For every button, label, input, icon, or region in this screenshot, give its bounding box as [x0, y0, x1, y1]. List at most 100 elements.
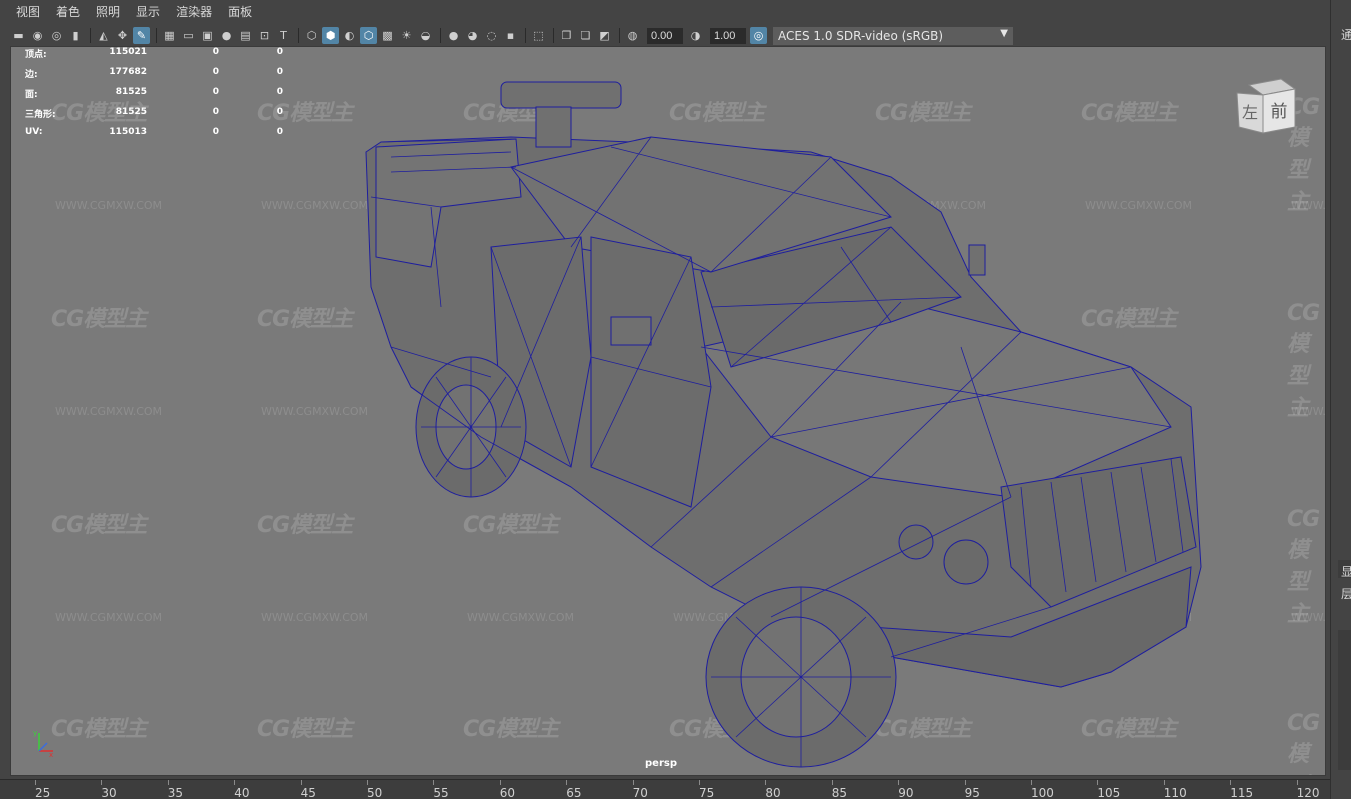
- ruler-tick-mark: [566, 780, 568, 785]
- menu-panels[interactable]: 面板: [222, 0, 258, 25]
- toolbar-divider: [619, 28, 620, 43]
- menu-show[interactable]: 显示: [130, 0, 166, 25]
- ruler-tick-mark: [1296, 780, 1298, 785]
- ruler-tick-label: 75: [699, 786, 715, 799]
- menu-shading[interactable]: 着色: [50, 0, 86, 25]
- exposure-field[interactable]: [647, 27, 683, 44]
- isolate-icon[interactable]: ⬚: [530, 27, 547, 44]
- right-panel-tab[interactable]: 通: [1341, 26, 1351, 43]
- poly-count-hud: 顶点: 115021 0 0 边: 177682 0 0 面: 81525 0 …: [25, 47, 285, 147]
- ruler-tick-mark: [300, 780, 302, 785]
- ruler-tick-label: 120: [1296, 786, 1320, 799]
- panel-menubar: 视图 着色 照明 显示 渲染器 面板: [0, 0, 1330, 25]
- xray-joints-icon[interactable]: ❏: [577, 27, 594, 44]
- safe-title-icon[interactable]: T: [275, 27, 292, 44]
- hud-row-vertices: 顶点: 115021 0 0: [25, 47, 283, 60]
- wireframe-icon[interactable]: ⬡: [303, 27, 320, 44]
- vehicle-wireframe-model: [365, 81, 1202, 768]
- perspective-viewport[interactable]: CG模型主 WWW.CGMXW.COM CG模型主 WWW.CGMXW.COM CG模型…: [10, 46, 1326, 776]
- bookmark-icon[interactable]: ▮: [67, 27, 84, 44]
- ruler-tick-mark: [964, 780, 966, 785]
- menu-renderer[interactable]: 渲染器: [170, 0, 218, 25]
- svg-text:y: y: [33, 729, 37, 737]
- smooth-shade-icon[interactable]: ⬢: [322, 27, 339, 44]
- menu-view[interactable]: 视图: [10, 0, 46, 25]
- toolbar-divider: [553, 28, 554, 43]
- xray-icon[interactable]: ❐: [558, 27, 575, 44]
- toolbar-divider: [298, 28, 299, 43]
- gamma-icon[interactable]: ◑: [687, 27, 704, 44]
- camera-lock-icon[interactable]: ◎: [48, 27, 65, 44]
- camera-name-label: persp: [645, 758, 677, 769]
- right-panel-label-layer[interactable]: 层: [1341, 585, 1351, 602]
- ruler-tick-label: 55: [433, 786, 449, 799]
- view-cube-front-face[interactable]: 前: [1271, 102, 1288, 122]
- grease-pencil-icon[interactable]: ✎: [133, 27, 150, 44]
- panel-toolbar: ▬ ◉ ◎ ▮ ◭ ✥ ✎ ▦ ▭ ▣ ● ▤ ⊡ T ⬡ ⬢ ◐ ⬡ ▩ ☀ …: [0, 25, 1330, 46]
- ruler-tick-mark: [1230, 780, 1232, 785]
- toolbar-divider: [440, 28, 441, 43]
- wireframe-on-shaded-icon[interactable]: ⬡: [360, 27, 377, 44]
- svg-text:x: x: [49, 751, 53, 757]
- gamma-field[interactable]: [710, 27, 746, 44]
- ruler-tick-label: 80: [765, 786, 781, 799]
- camera-icon[interactable]: ▬: [10, 27, 27, 44]
- ruler-tick-label: 50: [367, 786, 383, 799]
- default-material-icon[interactable]: ◐: [341, 27, 358, 44]
- ruler-tick-label: 35: [167, 786, 184, 799]
- axis-gizmo: y x: [33, 729, 53, 757]
- grid-icon[interactable]: ▦: [161, 27, 178, 44]
- ruler-tick-label: 100: [1031, 786, 1054, 799]
- anti-aliasing-icon[interactable]: ◌: [483, 27, 500, 44]
- ruler-tick-label: 115: [1230, 786, 1254, 799]
- right-panel-label-display[interactable]: 显: [1341, 563, 1351, 580]
- resolution-gate-icon[interactable]: ▣: [199, 27, 216, 44]
- depth-of-field-icon[interactable]: ▪: [502, 27, 519, 44]
- gate-mask-icon[interactable]: ●: [218, 27, 235, 44]
- ruler-tick-mark: [831, 780, 833, 785]
- lights-icon[interactable]: ☀: [398, 27, 415, 44]
- right-panel-strip: 通 显 层: [1330, 0, 1351, 799]
- time-slider[interactable]: 25 30 35 40 45 50 55 60 65 70 75 80 85 90 95 100 105 110 1…: [0, 779, 1330, 799]
- textured-icon[interactable]: ▩: [379, 27, 396, 44]
- view-cube[interactable]: 左 前: [1235, 75, 1297, 137]
- hud-row-faces: 面: 81525 0 0: [25, 87, 283, 100]
- ruler-tick-label: 95: [964, 786, 980, 799]
- ruler-tick-label: 110: [1163, 786, 1187, 799]
- ambient-occlusion-icon[interactable]: ●: [445, 27, 462, 44]
- film-gate-icon[interactable]: ▭: [180, 27, 197, 44]
- ruler-tick-mark: [499, 780, 501, 785]
- backface-icon[interactable]: ◩: [596, 27, 613, 44]
- menu-lighting[interactable]: 照明: [90, 0, 126, 25]
- hud-row-triangles: 三角形: 81525 0 0: [25, 107, 283, 120]
- ruler-tick-label: 40: [234, 786, 250, 799]
- color-management-icon[interactable]: ◎: [750, 27, 767, 44]
- view-cube-left-face[interactable]: 左: [1242, 103, 1258, 122]
- ruler-tick-mark: [765, 780, 767, 785]
- camera-attr-icon[interactable]: ◉: [29, 27, 46, 44]
- exposure-icon[interactable]: ◍: [624, 27, 641, 44]
- ruler-tick-label: 25: [35, 786, 51, 799]
- ruler-tick-label: 60: [499, 786, 516, 799]
- toolbar-divider: [90, 28, 91, 43]
- motion-blur-icon[interactable]: ◕: [464, 27, 481, 44]
- safe-action-icon[interactable]: ⊡: [256, 27, 273, 44]
- ruler-tick-mark: [699, 780, 700, 785]
- ruler-tick-mark: [367, 780, 368, 785]
- ruler-tick-label: 65: [566, 786, 582, 799]
- view-transform-dropdown[interactable]: ACES 1.0 SDR-video (sRGB) ▼: [773, 26, 1013, 45]
- 2d-pan-icon[interactable]: ✥: [114, 27, 131, 44]
- layer-list-area: [1338, 630, 1351, 770]
- toolbar-divider: [156, 28, 157, 43]
- ruler-tick-label: 105: [1097, 786, 1121, 799]
- shadows-icon[interactable]: ◒: [417, 27, 434, 44]
- field-chart-icon[interactable]: ▤: [237, 27, 254, 44]
- image-plane-icon[interactable]: ◭: [95, 27, 112, 44]
- ruler-tick-mark: [433, 780, 435, 785]
- ruler-tick-label: 30: [101, 786, 117, 799]
- chevron-down-icon: ▼: [1000, 27, 1008, 39]
- view-transform-value: ACES 1.0 SDR-video (sRGB): [778, 28, 944, 43]
- ruler-tick-label: 70: [632, 786, 648, 799]
- ruler-tick-mark: [1031, 780, 1032, 785]
- ruler-tick-mark: [101, 780, 103, 785]
